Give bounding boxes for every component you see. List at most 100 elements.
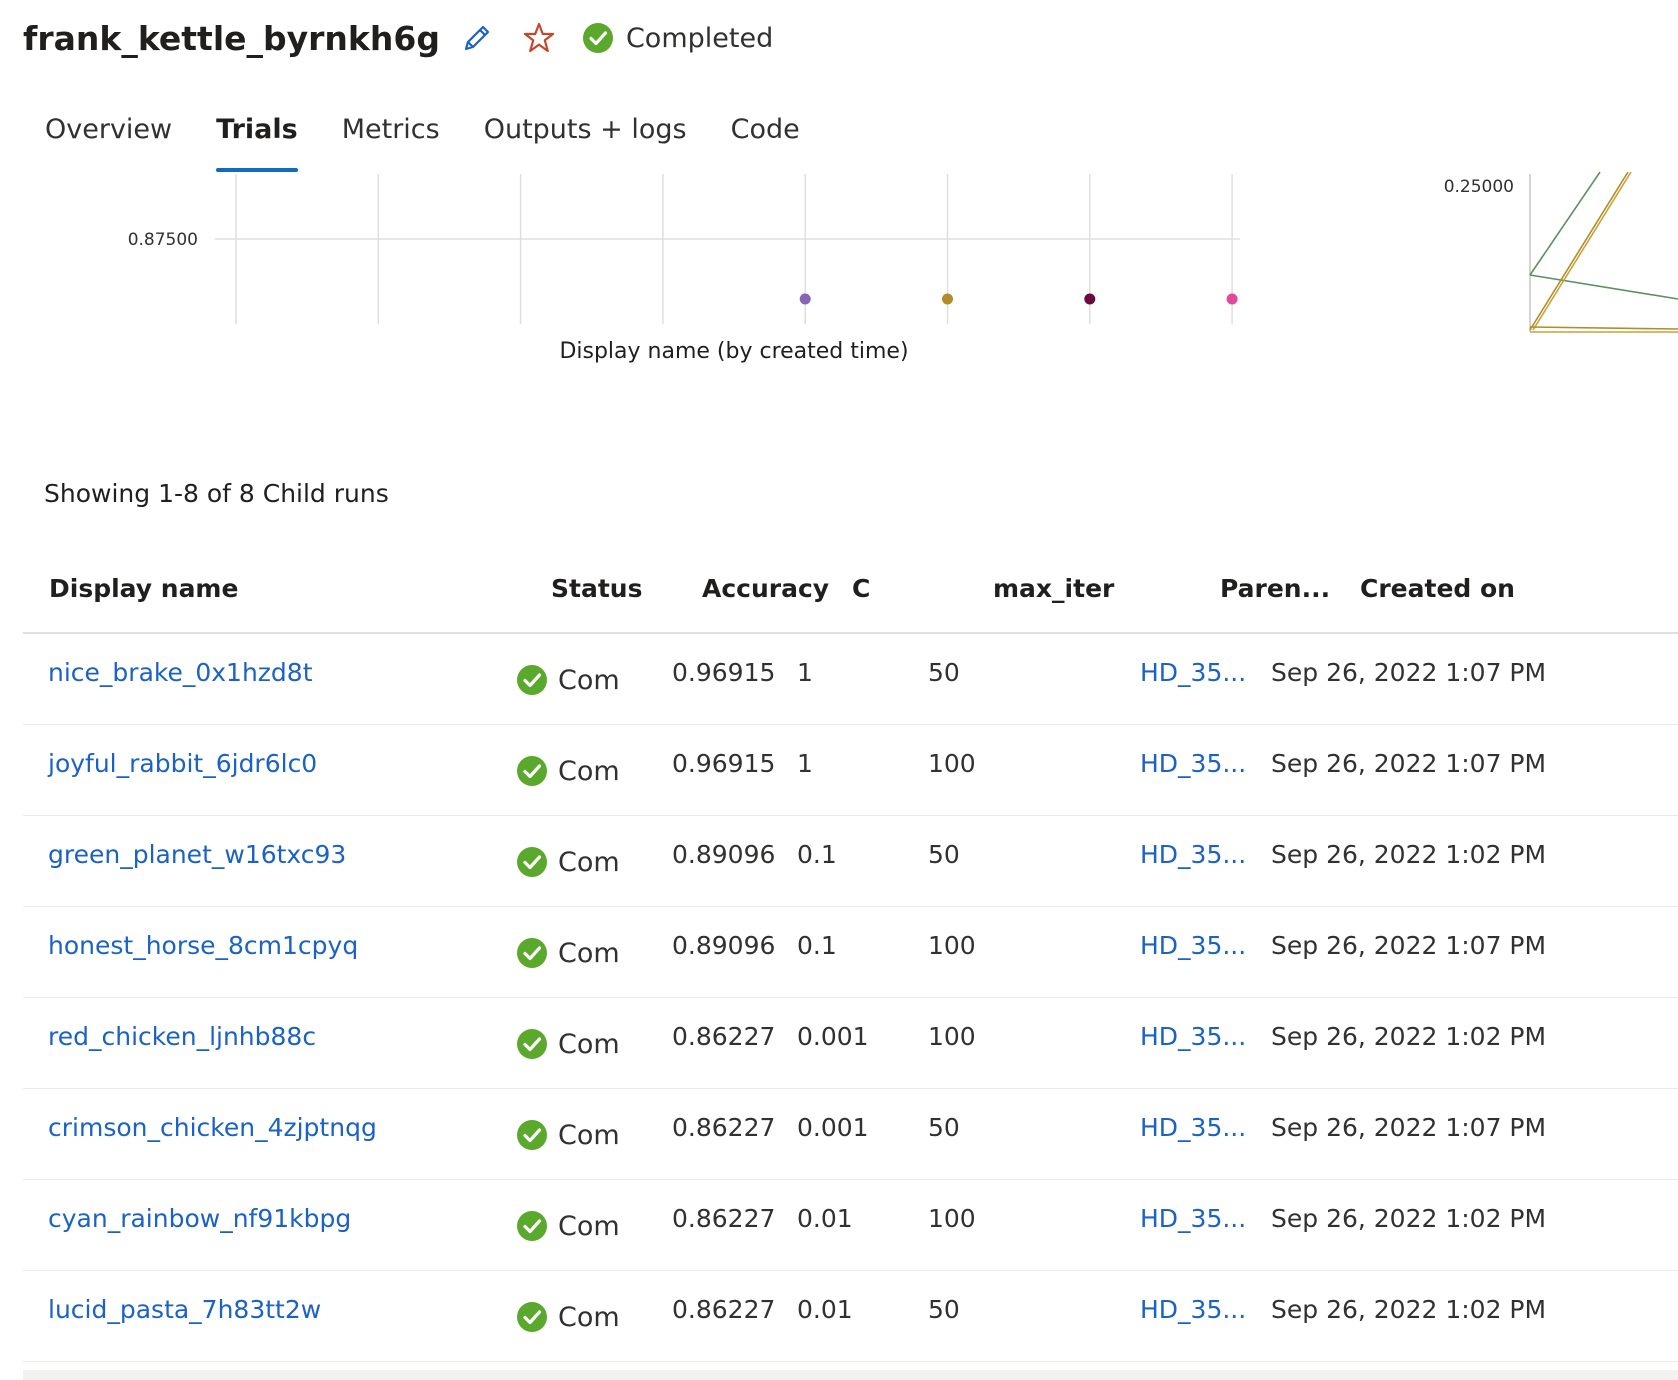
c-value: 1: [797, 749, 813, 778]
created-on-value: Sep 26, 2022 1:07 PM: [1271, 1113, 1547, 1142]
table-row[interactable]: green_planet_w16txc93 Com 0.89096 0.1 50 HD_3…: [23, 816, 1678, 907]
accuracy-value: 0.89096: [672, 931, 776, 960]
parent-run-link[interactable]: HD_35...: [1140, 1113, 1246, 1142]
hyperparameter-line-chart: 0.25000: [1444, 172, 1678, 333]
parent-run-link[interactable]: HD_35...: [1140, 840, 1246, 869]
table-header: Display name Status Accuracy C max_iter …: [23, 560, 1678, 634]
table-row[interactable]: nice_brake_0x1hzd8t Com 0.96915 1 50 HD_35...…: [23, 634, 1678, 725]
parent-run-link[interactable]: HD_35...: [1140, 1295, 1246, 1324]
table-row[interactable]: red_chicken_ljnhb88c Com 0.86227 0.001 100 HD…: [23, 998, 1678, 1089]
run-status-label: Com: [558, 755, 620, 787]
run-status-label: Com: [558, 1301, 620, 1333]
data-point[interactable]: [942, 293, 953, 305]
accuracy-scatter-chart: 0.87500 Display name (by created time): [128, 174, 1240, 364]
created-on-value: Sep 26, 2022 1:07 PM: [1271, 931, 1547, 960]
parent-run-link[interactable]: HD_35...: [1140, 1022, 1246, 1051]
run-status: Com: [516, 1301, 626, 1333]
max-iter-value: 100: [928, 931, 976, 960]
series-line: [1529, 172, 1629, 331]
c-value: 0.001: [797, 1113, 869, 1142]
check-circle-icon: [517, 938, 547, 968]
c-value: 0.1: [797, 840, 837, 869]
table-row[interactable]: joyful_rabbit_6jdr6lc0 Com 0.96915 1 100 HD_3…: [23, 725, 1678, 816]
run-status-label: Com: [558, 1119, 620, 1151]
run-status-label: Completed: [625, 22, 774, 54]
check-circle-icon: [517, 1211, 547, 1241]
accuracy-value: 0.96915: [672, 749, 776, 778]
run-status-label: Com: [558, 664, 620, 696]
run-name-link[interactable]: crimson_chicken_4zjptnqg: [48, 1113, 377, 1142]
table-row[interactable]: honest_horse_8cm1cpyq Com 0.89096 0.1 100 HD_…: [23, 907, 1678, 998]
max-iter-value: 50: [928, 658, 960, 687]
run-name-link[interactable]: red_chicken_ljnhb88c: [48, 1022, 316, 1051]
check-circle-icon: [582, 23, 613, 53]
check-circle-icon: [517, 1120, 547, 1150]
tab-code[interactable]: Code: [709, 104, 822, 172]
max-iter-value: 100: [928, 749, 976, 778]
run-name-link[interactable]: cyan_rainbow_nf91kbpg: [48, 1204, 351, 1233]
column-header-parent[interactable]: Paren...: [1220, 574, 1330, 603]
run-status: Com: [516, 937, 626, 969]
parent-run-link[interactable]: HD_35...: [1140, 931, 1246, 960]
series-line: [1529, 172, 1601, 276]
max-iter-value: 100: [928, 1204, 976, 1233]
y-tick-label: 0.87500: [128, 230, 198, 250]
max-iter-value: 50: [928, 1295, 960, 1324]
c-value: 0.001: [797, 1022, 869, 1051]
run-name-link[interactable]: joyful_rabbit_6jdr6lc0: [48, 749, 317, 778]
run-status-label: Com: [558, 1210, 620, 1242]
tab-overview[interactable]: Overview: [23, 104, 194, 172]
data-point[interactable]: [1084, 293, 1096, 305]
run-status: Com: [516, 664, 626, 696]
series-line: [1532, 172, 1632, 331]
data-point[interactable]: [799, 293, 811, 305]
column-header-c[interactable]: C: [852, 574, 870, 603]
run-status: Com: [516, 755, 626, 787]
created-on-value: Sep 26, 2022 1:02 PM: [1271, 1204, 1547, 1233]
column-header-accuracy[interactable]: Accuracy: [702, 574, 829, 603]
table-row[interactable]: cyan_rainbow_nf91kbpg Com 0.86227 0.01 100 HD…: [23, 1180, 1678, 1271]
column-header-display-name[interactable]: Display name: [49, 574, 238, 603]
created-on-value: Sep 26, 2022 1:02 PM: [1271, 840, 1547, 869]
run-name-link[interactable]: honest_horse_8cm1cpyq: [48, 931, 358, 960]
tab-trials[interactable]: Trials: [194, 104, 320, 172]
y-tick-label: 0.25000: [1444, 177, 1514, 197]
table-row[interactable]: crimson_chicken_4zjptnqg Com 0.86227 0.001 5…: [23, 1089, 1678, 1180]
column-header-created-on[interactable]: Created on: [1360, 574, 1515, 603]
series-line: [1529, 326, 1678, 330]
data-point[interactable]: [1226, 293, 1238, 305]
max-iter-value: 100: [928, 1022, 976, 1051]
run-name-link[interactable]: lucid_pasta_7h83tt2w: [48, 1295, 321, 1324]
x-axis-label: Display name (by created time): [559, 339, 908, 364]
accuracy-value: 0.86227: [672, 1295, 776, 1324]
created-on-value: Sep 26, 2022 1:02 PM: [1271, 1022, 1547, 1051]
parent-run-link[interactable]: HD_35...: [1140, 658, 1246, 687]
check-circle-icon: [517, 756, 547, 786]
created-on-value: Sep 26, 2022 1:07 PM: [1271, 658, 1547, 687]
parent-run-link[interactable]: HD_35...: [1140, 1204, 1246, 1233]
tab-metrics[interactable]: Metrics: [320, 104, 462, 172]
run-status: Com: [516, 846, 626, 878]
run-header: frank_kettle_byrnkh6g Completed: [23, 14, 773, 62]
run-status: Com: [516, 1119, 626, 1151]
tab-outputs-logs[interactable]: Outputs + logs: [462, 104, 709, 172]
accuracy-value: 0.86227: [672, 1022, 776, 1051]
check-circle-icon: [517, 665, 547, 695]
check-circle-icon: [517, 1029, 547, 1059]
run-status-label: Com: [558, 846, 620, 878]
parent-run-link[interactable]: HD_35...: [1140, 749, 1246, 778]
run-name-link[interactable]: nice_brake_0x1hzd8t: [48, 658, 313, 687]
run-name-link[interactable]: green_planet_w16txc93: [48, 840, 346, 869]
page-title: frank_kettle_byrnkh6g: [23, 18, 440, 58]
table-row[interactable]: lucid_pasta_7h83tt2w Com 0.86227 0.01 50 HD_3…: [23, 1271, 1678, 1362]
edit-icon[interactable]: [458, 19, 496, 57]
check-circle-icon: [517, 847, 547, 877]
accuracy-value: 0.86227: [672, 1113, 776, 1142]
child-runs-table: nice_brake_0x1hzd8t Com 0.96915 1 50 HD_35...…: [23, 634, 1678, 1362]
column-header-max-iter[interactable]: max_iter: [993, 574, 1114, 603]
column-header-status[interactable]: Status: [551, 574, 642, 603]
c-value: 0.1: [797, 931, 837, 960]
tab-bar: Overview Trials Metrics Outputs + logs C…: [23, 104, 822, 172]
run-status: Com: [516, 1028, 626, 1060]
favorite-star-icon[interactable]: [520, 19, 558, 57]
